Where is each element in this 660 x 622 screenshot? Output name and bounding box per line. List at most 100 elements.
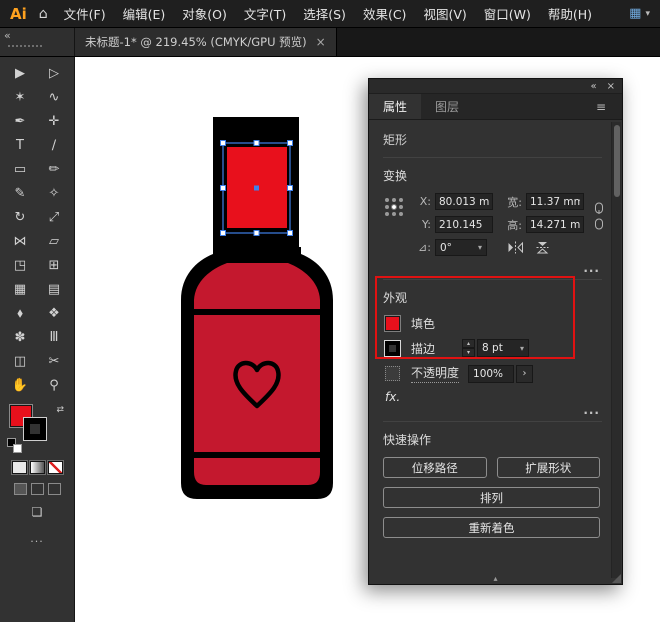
width-input[interactable] (526, 193, 584, 210)
stroke-weight-stepper[interactable]: ▴ ▾ (462, 339, 476, 357)
selection-center-point[interactable] (254, 185, 259, 191)
type-tool[interactable]: T (7, 133, 33, 157)
blend-tool[interactable]: ❖ (41, 301, 67, 325)
selection-handle[interactable] (220, 140, 226, 146)
magic-wand-tool[interactable]: ✶ (7, 85, 33, 109)
gradient-tool[interactable]: ▤ (41, 277, 67, 301)
stroke-color-swatch[interactable] (23, 417, 47, 441)
fx-button[interactable]: fx. (385, 390, 602, 404)
width-tool[interactable]: ⋈ (7, 229, 33, 253)
perspective-grid-tool[interactable]: ⊞ (41, 253, 67, 277)
draw-behind-button[interactable] (30, 483, 44, 495)
menu-view[interactable]: 视图(V) (423, 4, 466, 23)
label-line-top[interactable] (194, 309, 320, 315)
menu-window[interactable]: 窗口(W) (484, 4, 531, 23)
panel-resize-grip[interactable] (612, 574, 621, 583)
eyedropper-tool[interactable]: ⬧ (7, 301, 33, 325)
reference-point-selector[interactable] (385, 198, 404, 262)
lasso-tool[interactable]: ∿ (41, 85, 67, 109)
mesh-tool[interactable]: ▦ (7, 277, 33, 301)
none-mode-button[interactable] (46, 460, 64, 475)
scrollbar-thumb[interactable] (614, 125, 620, 197)
selection-handle[interactable] (287, 185, 293, 191)
close-panel-icon[interactable]: × (607, 81, 615, 92)
opacity-expand-button[interactable]: › (516, 364, 534, 383)
fill-swatch[interactable] (384, 315, 401, 332)
expand-shape-button[interactable]: 扩展形状 (496, 457, 600, 478)
selection-handle[interactable] (253, 140, 260, 146)
default-colors-icon[interactable] (7, 438, 22, 453)
add-anchor-tool[interactable]: ✛ (41, 109, 67, 133)
menu-type[interactable]: 文字(T) (244, 4, 286, 23)
pen-tool[interactable]: ✒ (7, 109, 33, 133)
arrange-button[interactable]: 排列 (383, 487, 600, 508)
menu-edit[interactable]: 编辑(E) (123, 4, 166, 23)
color-mode-button[interactable] (10, 460, 28, 475)
column-graph-tool[interactable]: Ⅲ (41, 325, 67, 349)
selection-handle[interactable] (287, 140, 293, 146)
shape-builder-tool[interactable]: ◳ (7, 253, 33, 277)
selection-tool[interactable]: ▶ (7, 61, 33, 85)
rectangle-tool[interactable]: ▭ (7, 157, 33, 181)
menu-select[interactable]: 选择(S) (303, 4, 346, 23)
home-icon[interactable]: ⌂ (39, 6, 48, 22)
free-transform-tool[interactable]: ▱ (41, 229, 67, 253)
menu-effect[interactable]: 效果(C) (363, 4, 406, 23)
close-tab-icon[interactable]: × (316, 35, 326, 49)
drag-grip[interactable] (8, 45, 42, 47)
flip-vertical-icon[interactable] (536, 240, 549, 255)
stepper-up-icon[interactable]: ▴ (462, 339, 476, 348)
panel-menu-icon[interactable]: ≡ (596, 94, 622, 119)
draw-inside-button[interactable] (47, 483, 61, 495)
hand-tool[interactable]: ✋ (7, 373, 33, 397)
pencil-tool[interactable]: ✎ (7, 181, 33, 205)
zoom-tool[interactable]: ⚲ (41, 373, 67, 397)
label-line-bottom[interactable] (194, 452, 320, 458)
collapse-panel-icon[interactable]: « (590, 81, 596, 92)
stroke-weight-select[interactable]: 8 pt ▾ (477, 339, 530, 357)
document-tab[interactable]: 未标题-1* @ 219.45% (CMYK/GPU 预览) × (75, 28, 337, 56)
slice-tool[interactable]: ✂ (41, 349, 67, 373)
selection-handle[interactable] (220, 185, 226, 191)
swap-fill-stroke-icon[interactable]: ⇄ (56, 405, 64, 415)
link-dimensions-icon[interactable] (592, 201, 606, 231)
opacity-input[interactable] (468, 364, 515, 383)
stepper-down-icon[interactable]: ▾ (462, 348, 476, 357)
y-input[interactable] (435, 216, 493, 233)
tab-layers[interactable]: 图层 (421, 94, 473, 119)
appearance-more-options[interactable]: ... (383, 404, 600, 416)
symbol-sprayer-tool[interactable]: ✽ (7, 325, 33, 349)
screen-mode-button[interactable]: ❏ (32, 505, 43, 519)
toolbar-more-icon[interactable]: ... (30, 532, 44, 545)
opacity-label[interactable]: 不透明度 (411, 364, 460, 383)
rotation-select[interactable]: 0° ▾ (435, 239, 487, 256)
app-logo[interactable]: Ai (10, 5, 27, 23)
bottle-label[interactable] (194, 263, 320, 485)
workspace-switcher[interactable]: ▦ ▾ (629, 6, 650, 21)
recolor-button[interactable]: 重新着色 (383, 517, 600, 538)
offset-path-button[interactable]: 位移路径 (383, 457, 487, 478)
stroke-swatch[interactable] (384, 339, 401, 357)
menu-object[interactable]: 对象(O) (182, 4, 227, 23)
draw-normal-button[interactable] (13, 483, 27, 495)
panel-scrollbar[interactable] (611, 122, 621, 578)
collapse-tools-icon[interactable]: « (4, 29, 11, 42)
direct-selection-tool[interactable]: ▷ (41, 61, 67, 85)
shaper-tool[interactable]: ✧ (41, 181, 67, 205)
line-tool[interactable]: ∕ (41, 133, 67, 157)
scale-tool[interactable]: ⤢ (41, 205, 67, 229)
artboard-tool[interactable]: ◫ (7, 349, 33, 373)
selection-handle[interactable] (253, 230, 260, 236)
tab-properties[interactable]: 属性 (369, 94, 422, 119)
flip-horizontal-icon[interactable] (507, 241, 524, 254)
selection-handle[interactable] (220, 230, 226, 236)
transform-more-options[interactable]: ... (383, 262, 600, 274)
gradient-mode-button[interactable] (28, 460, 46, 475)
paintbrush-tool[interactable]: ✏ (41, 157, 67, 181)
rotate-tool[interactable]: ↻ (7, 205, 33, 229)
height-input[interactable] (526, 216, 584, 233)
menu-help[interactable]: 帮助(H) (548, 4, 592, 23)
x-input[interactable] (435, 193, 493, 210)
selection-handle[interactable] (287, 230, 293, 236)
menu-file[interactable]: 文件(F) (64, 4, 106, 23)
